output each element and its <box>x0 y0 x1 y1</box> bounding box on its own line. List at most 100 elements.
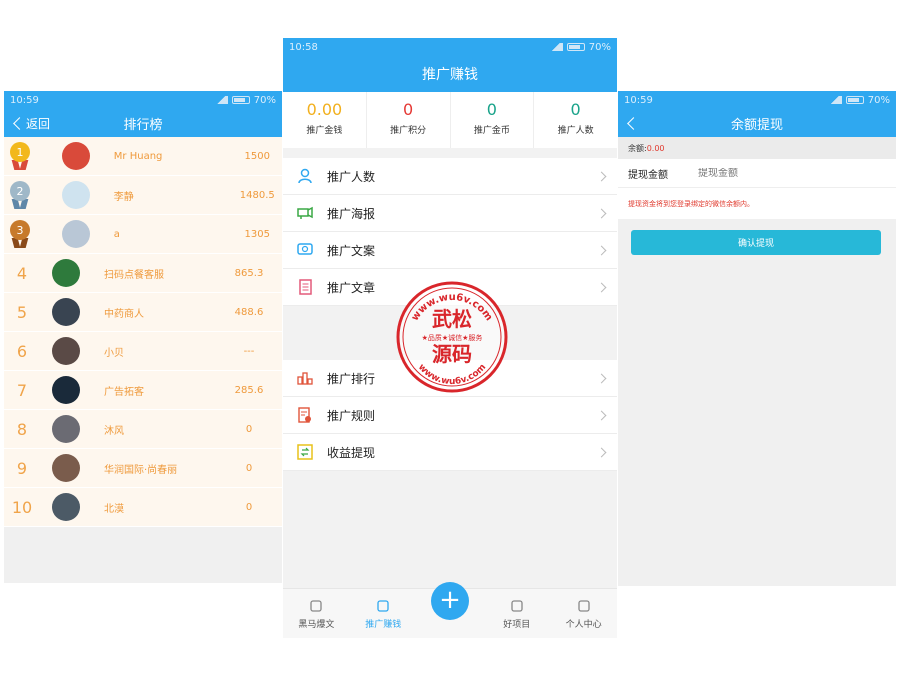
ranking-row[interactable]: 2 李静 1480.5 <box>4 176 282 215</box>
rank-name: 广告拓客 <box>104 386 144 398</box>
stat-2[interactable]: 0 推广金币 <box>451 92 535 148</box>
menu-item[interactable]: 推广人数 <box>283 158 617 195</box>
avatar <box>52 454 80 482</box>
rank-score: 0 <box>245 462 253 474</box>
chevron-right-icon <box>596 447 607 457</box>
avatar <box>52 376 80 404</box>
withdraw-screen: 10:59 70% 余额提现 余额:0.00 提现金额 提现资金将到您登录绑定的… <box>618 91 896 586</box>
ranking-row[interactable]: 10 北漠 0 <box>4 488 282 527</box>
balance-label: 余额: <box>628 143 647 153</box>
megaphone-icon <box>297 205 313 221</box>
ranking-row[interactable]: 3 a 1305 <box>4 215 282 254</box>
withdraw-icon <box>297 444 313 460</box>
battery-icon <box>231 96 250 104</box>
menu-item[interactable]: 推广规则 <box>283 397 617 434</box>
amount-label: 提现金额 <box>628 169 668 181</box>
battery-level: 70% <box>588 41 611 53</box>
stat-label: 推广积分 <box>390 126 427 136</box>
rank-score: 285.6 <box>234 384 264 396</box>
rank-score: 865.3 <box>234 267 264 279</box>
avatar <box>52 337 80 365</box>
tab-2[interactable]: + <box>417 582 484 638</box>
watermark-sub: 源码 <box>432 342 472 366</box>
tab-0[interactable]: 黑马爆文 <box>283 599 350 638</box>
menu-item-label: 推广排行 <box>327 371 376 386</box>
status-bar: 10:58 70% <box>283 38 617 56</box>
avatar <box>52 259 80 287</box>
status-time: 10:59 <box>624 94 653 106</box>
gold-medal-icon: 1 <box>10 142 30 170</box>
tab-1[interactable]: 推广赚钱 <box>350 599 417 638</box>
moneybag-icon <box>376 599 390 613</box>
menu-item[interactable]: 推广海报 <box>283 195 617 232</box>
avatar <box>52 298 80 326</box>
menu-item[interactable]: 收益提现 <box>283 434 617 471</box>
stat-3[interactable]: 0 推广人数 <box>534 92 617 148</box>
stat-value: 0 <box>403 100 414 119</box>
page-title: 余额提现 <box>730 117 783 133</box>
battery-level: 70% <box>253 94 276 106</box>
rank-score: 0 <box>245 501 253 513</box>
chat-icon <box>297 242 313 258</box>
ranking-screen: 10:59 70% 返回 排行榜 1 Mr Huang 1500 2 李静 1480.5 3… <box>4 91 282 583</box>
chevron-right-icon <box>596 208 607 218</box>
document-icon <box>297 279 313 295</box>
ranking-row[interactable]: 4 扫码点餐客服 865.3 <box>4 254 282 293</box>
amount-input[interactable] <box>698 167 848 179</box>
stat-0[interactable]: 0.00 推广金钱 <box>283 92 367 148</box>
menu-item[interactable]: 推广文案 <box>283 232 617 269</box>
signal-icon <box>548 43 563 51</box>
menu-item-label: 推广文案 <box>327 243 376 258</box>
plus-icon[interactable]: + <box>430 582 469 620</box>
status-bar: 10:59 70% <box>618 91 896 109</box>
battery-icon <box>566 43 585 51</box>
ranking-list: 1 Mr Huang 1500 2 李静 1480.5 3 a 1305 4 扫码点餐客服 865.3… <box>4 137 282 527</box>
tab-label: 个人中心 <box>565 620 602 630</box>
rank-name: 沐风 <box>104 425 124 437</box>
rank-name: 李静 <box>113 191 134 203</box>
rank-score: 488.6 <box>234 306 264 318</box>
bronze-medal-icon: 3 <box>10 220 30 248</box>
stat-value: 0 <box>486 100 497 119</box>
back-button[interactable] <box>626 109 640 137</box>
ranking-row[interactable]: 5 中药商人 488.6 <box>4 293 282 332</box>
rank-number: 7 <box>16 380 28 400</box>
stat-label: 推广人数 <box>557 126 594 136</box>
user-icon <box>577 599 591 613</box>
menu-item-label: 推广人数 <box>327 169 376 184</box>
ranking-row[interactable]: 1 Mr Huang 1500 <box>4 137 282 176</box>
tab-label: 好项目 <box>503 620 531 630</box>
back-button[interactable]: 返回 <box>12 109 50 137</box>
ranking-icon <box>297 370 313 386</box>
confirm-withdraw-button[interactable]: 确认提现 <box>631 230 881 255</box>
stat-label: 推广金钱 <box>306 126 343 136</box>
tab-bar: 黑马爆文 推广赚钱 + 好项目 个人中心 <box>283 582 617 638</box>
chevron-left-icon <box>627 116 640 130</box>
stat-value: 0.00 <box>306 100 343 119</box>
rank-number: 10 <box>11 497 33 517</box>
ranking-row[interactable]: 7 广告拓客 285.6 <box>4 371 282 410</box>
tab-4[interactable]: 个人中心 <box>550 599 617 638</box>
tab-3[interactable]: 好项目 <box>483 599 550 638</box>
battery-level: 70% <box>867 94 890 106</box>
rank-score: 1480.5 <box>239 189 275 201</box>
page-title: 推广赚钱 <box>422 67 478 83</box>
balance-bar: 余额: 0.00 <box>618 137 896 159</box>
ranking-header: 10:59 70% 返回 排行榜 <box>4 91 282 137</box>
ranking-row[interactable]: 9 华润国际·尚春丽 0 <box>4 449 282 488</box>
stats-row: 0.00 推广金钱 0 推广积分 0 推广金币 0 推广人数 <box>283 92 617 148</box>
amount-row: 提现金额 <box>618 159 896 187</box>
avatar <box>52 415 80 443</box>
rank-number: 9 <box>16 458 28 478</box>
stat-1[interactable]: 0 推广积分 <box>367 92 451 148</box>
ranking-row[interactable]: 6 小贝 --- <box>4 332 282 371</box>
battery-icon <box>845 96 864 104</box>
promotion-header: 10:58 70% 推广赚钱 <box>283 38 617 92</box>
avatar <box>61 220 90 248</box>
rank-name: 中药商人 <box>104 308 144 320</box>
ranking-row[interactable]: 8 沐风 0 <box>4 410 282 449</box>
avatar <box>52 493 80 521</box>
back-label: 返回 <box>26 116 51 131</box>
balance-value: 0.00 <box>646 143 665 153</box>
rank-name: a <box>113 228 120 240</box>
